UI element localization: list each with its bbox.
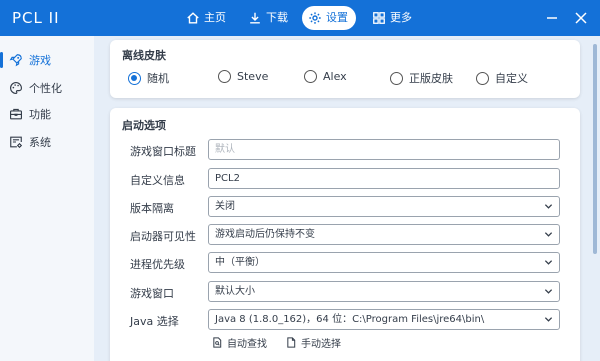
nav-tab-download-label: 下载 bbox=[266, 11, 288, 24]
title-bar: PCL II 主页 下载 设置 更多 bbox=[0, 0, 600, 36]
chevron-down-icon bbox=[544, 232, 553, 237]
sidebar-item-label: 个性化 bbox=[29, 82, 62, 95]
sidebar-item-label: 功能 bbox=[29, 108, 51, 121]
java-select[interactable]: Java 8 (1.8.0_162)，64 位：C:\Program Files… bbox=[208, 309, 560, 330]
chevron-down-icon bbox=[544, 204, 553, 209]
launch-options-card: 启动选项 游戏窗口标题 默认 自定义信息 PCL2 版本隔离 关闭 启动器可见性… bbox=[110, 108, 580, 361]
radio-label: 随机 bbox=[147, 72, 169, 85]
process-priority-select[interactable]: 中（平衡） bbox=[208, 252, 560, 273]
palette-icon bbox=[10, 82, 22, 94]
radio-official-skin[interactable]: 正版皮肤 bbox=[390, 70, 453, 86]
chevron-down-icon bbox=[544, 289, 553, 294]
close-button[interactable] bbox=[572, 9, 590, 27]
app-title: PCL II bbox=[12, 9, 60, 27]
nav-tab-download[interactable]: 下载 bbox=[242, 6, 296, 30]
radio-button bbox=[304, 70, 317, 83]
sidebar-item-game[interactable]: 游戏 bbox=[0, 46, 94, 74]
nav-tab-settings[interactable]: 设置 bbox=[302, 6, 356, 30]
active-indicator bbox=[0, 52, 3, 68]
radio-label: Steve bbox=[237, 70, 269, 83]
offline-skin-title: 离线皮肤 bbox=[122, 49, 166, 62]
window-title-input[interactable]: 默认 bbox=[208, 139, 560, 160]
rocket-icon bbox=[9, 54, 22, 67]
auto-find-button[interactable]: 自动查找 bbox=[212, 335, 267, 350]
close-icon bbox=[575, 12, 587, 24]
document-icon bbox=[287, 337, 296, 348]
nav-tab-home-label: 主页 bbox=[204, 11, 226, 24]
nav-tab-more-label: 更多 bbox=[390, 11, 412, 24]
nav-tab-more[interactable]: 更多 bbox=[366, 6, 420, 30]
radio-button bbox=[476, 71, 489, 85]
toolbox-icon bbox=[10, 108, 22, 120]
manual-select-label: 手动选择 bbox=[301, 339, 341, 350]
nav-tab-home[interactable]: 主页 bbox=[180, 6, 234, 30]
minimize-button[interactable] bbox=[543, 9, 561, 27]
select-value: 中（平衡） bbox=[215, 257, 265, 268]
radio-custom[interactable]: 自定义 bbox=[476, 70, 528, 86]
select-value: 默认大小 bbox=[215, 286, 255, 297]
game-window-select[interactable]: 默认大小 bbox=[208, 281, 560, 302]
grid-icon bbox=[373, 12, 385, 24]
auto-find-label: 自动查找 bbox=[227, 339, 267, 350]
download-icon bbox=[250, 12, 260, 24]
launch-options-title: 启动选项 bbox=[122, 119, 166, 132]
java-select-label: Java 选择 bbox=[130, 315, 179, 328]
radio-label: 正版皮肤 bbox=[409, 72, 453, 85]
search-file-icon bbox=[213, 337, 222, 348]
radio-button bbox=[218, 70, 231, 83]
radio-label: Alex bbox=[323, 70, 347, 83]
radio-random[interactable]: 随机 bbox=[128, 70, 169, 86]
minimize-icon bbox=[547, 17, 557, 19]
version-isolation-label: 版本隔离 bbox=[130, 202, 174, 215]
window-title-label: 游戏窗口标题 bbox=[130, 145, 196, 158]
radio-button-checked bbox=[128, 71, 141, 85]
sidebar-item-personalize[interactable]: 个性化 bbox=[0, 74, 94, 102]
launcher-visibility-label: 启动器可见性 bbox=[130, 230, 196, 243]
sidebar-item-label: 系统 bbox=[29, 136, 51, 149]
offline-skin-card: 离线皮肤 随机 Steve Alex 正版皮肤 自定义 bbox=[110, 40, 580, 98]
radio-label: 自定义 bbox=[495, 72, 528, 85]
manual-select-button[interactable]: 手动选择 bbox=[286, 335, 341, 350]
select-value: Java 8 (1.8.0_162)，64 位：C:\Program Files… bbox=[215, 314, 485, 325]
select-value: 关闭 bbox=[215, 201, 235, 212]
launcher-visibility-select[interactable]: 游戏启动后仍保持不变 bbox=[208, 224, 560, 245]
version-isolation-select[interactable]: 关闭 bbox=[208, 196, 560, 217]
sidebar-item-features[interactable]: 功能 bbox=[0, 100, 94, 128]
radio-steve[interactable]: Steve bbox=[218, 70, 268, 83]
nav-tab-settings-label: 设置 bbox=[326, 11, 348, 24]
scrollbar[interactable] bbox=[593, 44, 597, 254]
chevron-down-icon bbox=[544, 317, 553, 322]
radio-button bbox=[390, 71, 403, 85]
radio-alex[interactable]: Alex bbox=[304, 70, 347, 83]
system-settings-icon bbox=[10, 136, 22, 148]
sidebar: 游戏 个性化 功能 系统 bbox=[0, 36, 94, 361]
chevron-down-icon bbox=[544, 260, 553, 265]
game-window-label: 游戏窗口 bbox=[130, 287, 174, 300]
custom-info-input[interactable]: PCL2 bbox=[208, 168, 560, 189]
custom-info-label: 自定义信息 bbox=[130, 174, 185, 187]
sidebar-item-system[interactable]: 系统 bbox=[0, 128, 94, 156]
sidebar-item-label: 游戏 bbox=[29, 54, 51, 67]
process-priority-label: 进程优先级 bbox=[130, 258, 185, 271]
home-icon bbox=[187, 12, 199, 24]
select-value: 游戏启动后仍保持不变 bbox=[215, 229, 315, 240]
gear-icon bbox=[309, 12, 321, 24]
